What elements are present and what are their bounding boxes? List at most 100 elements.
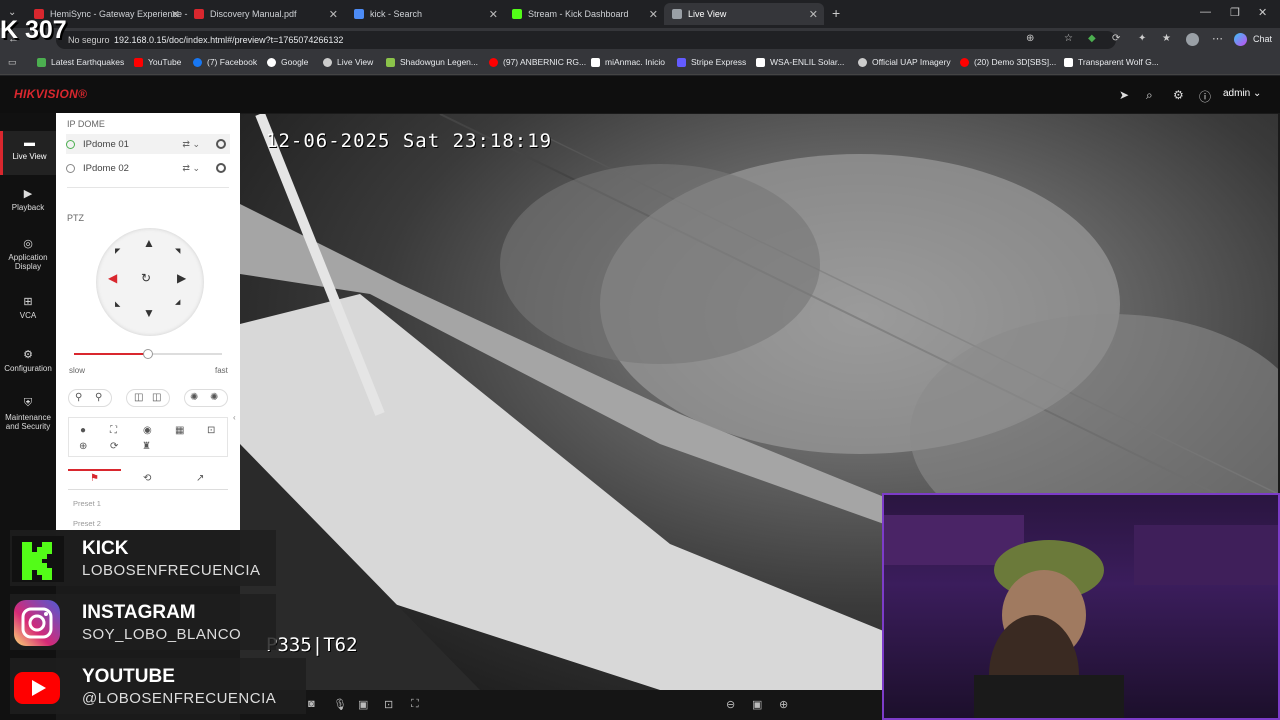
stream-select-icon[interactable]: ⇄ ⌄	[182, 163, 200, 174]
favorites-icon[interactable]: ★	[1162, 33, 1171, 44]
record-clip-icon[interactable]: ▣	[358, 698, 368, 711]
microphone-icon[interactable]: 🎙	[333, 698, 347, 711]
url-input[interactable]: No seguro 192.168.0.15/doc/index.html#/p…	[56, 31, 1116, 49]
close-icon[interactable]: ✕	[329, 8, 338, 21]
bookmark-item[interactable]: Google	[267, 57, 308, 67]
grid-icon[interactable]: ▦	[175, 425, 184, 436]
nav-playback[interactable]: ▶ Playback	[0, 187, 56, 212]
copilot-icon[interactable]	[1234, 33, 1247, 46]
snapshot-icon[interactable]: ◙	[308, 698, 315, 710]
digital-zoom-icon[interactable]: ⊡	[384, 698, 393, 711]
user-name: admin	[1223, 88, 1251, 99]
iris-close-icon[interactable]: ✺	[210, 392, 218, 403]
bookmark-item[interactable]: (7) Facebook	[193, 57, 257, 67]
tab-presets[interactable]: ⚑	[90, 473, 99, 484]
nav-live-view[interactable]: ▬ Live View	[0, 131, 56, 175]
ptz-left-icon[interactable]: ◀	[108, 271, 117, 285]
bookmark-item[interactable]: (20) Demo 3D[SBS]...	[960, 57, 1056, 67]
ptz-down-right-icon[interactable]: ◢	[175, 298, 180, 306]
bookmark-item[interactable]: Live View	[323, 57, 373, 67]
close-icon[interactable]: ✕	[649, 8, 658, 21]
camera-list-item[interactable]: IPdome 02 ⇄ ⌄	[66, 158, 230, 178]
close-icon[interactable]: ✕	[809, 8, 818, 21]
tools-icon[interactable]: ⚙	[1173, 88, 1184, 102]
chat-button[interactable]: Chat	[1253, 34, 1272, 44]
translate-icon[interactable]: ⊕	[1026, 33, 1034, 44]
wiper-icon[interactable]: ◉	[143, 425, 152, 436]
collapse-panel-icon[interactable]: ‹	[233, 413, 236, 422]
tab-patrol[interactable]: ⟲	[143, 473, 151, 484]
extensions-icon[interactable]: ✦	[1138, 33, 1146, 44]
zoom-out-icon[interactable]: ⚲	[75, 392, 82, 403]
bookmark-item[interactable]: Official UAP Imagery	[858, 57, 951, 67]
send-icon[interactable]: ➤	[1119, 88, 1129, 102]
bookmark-item[interactable]: miAnmac. Inicio	[591, 57, 665, 67]
bookmark-item[interactable]: WSA-ENLIL Solar...	[756, 57, 844, 67]
close-window-icon[interactable]: ✕	[1258, 6, 1267, 19]
bookmark-item[interactable]: YouTube	[134, 57, 181, 67]
maximize-icon[interactable]: ❐	[1230, 6, 1240, 19]
user-menu[interactable]: admin ⌄	[1223, 88, 1261, 99]
info-icon[interactable]: ⓘ	[1199, 88, 1211, 105]
fullscreen-icon[interactable]: ⛶	[411, 698, 419, 711]
iris-open-icon[interactable]: ✺	[190, 392, 198, 403]
nav-vca[interactable]: ⊞ VCA	[0, 295, 56, 320]
minimize-icon[interactable]: —	[1200, 6, 1211, 18]
close-icon[interactable]: ✕	[489, 8, 498, 21]
ptz-up-left-icon[interactable]: ◤	[115, 247, 120, 255]
nav-configuration[interactable]: ⚙ Configuration	[0, 348, 56, 373]
tab-discovery-manual[interactable]: Discovery Manual.pdf ✕	[186, 3, 344, 25]
light-icon[interactable]: ●	[80, 425, 86, 436]
face-track-icon[interactable]: ⊡	[207, 425, 215, 436]
manual-track-icon[interactable]: ⛶	[110, 425, 117, 436]
preset-item[interactable]: Preset 1	[73, 499, 101, 508]
one-touch-icon[interactable]: ⟳	[110, 441, 118, 452]
stream-select-icon[interactable]: ⇄ ⌄	[182, 139, 200, 150]
more-menu-icon[interactable]: ⋯	[1212, 32, 1223, 45]
tab-kick-search[interactable]: kick - Search ✕	[346, 3, 504, 25]
shield-extension-icon[interactable]: ◆	[1088, 33, 1096, 44]
sidebar-toggle-icon[interactable]: ▭	[8, 57, 17, 68]
bookmark-item[interactable]: (97) ANBERNIC RG...	[489, 57, 586, 67]
nav-application-display[interactable]: ◎ Application Display	[0, 237, 56, 271]
slider-handle[interactable]	[143, 349, 153, 359]
tab-live-view[interactable]: Live View ✕	[664, 3, 824, 25]
park-icon[interactable]: ♜	[142, 441, 151, 452]
ptz-up-icon[interactable]: ▲	[143, 236, 155, 250]
search-icon[interactable]: ⌕	[1146, 88, 1153, 103]
star-icon[interactable]: ☆	[1064, 33, 1073, 44]
next-icon[interactable]: ⊕	[779, 698, 788, 711]
ptz-down-icon[interactable]: ▼	[143, 306, 155, 320]
security-status[interactable]: No seguro	[68, 31, 110, 49]
avatar[interactable]	[1186, 33, 1199, 46]
bookmark-item[interactable]: Transparent Wolf G...	[1064, 57, 1159, 67]
bookmark-item[interactable]: Latest Earthquakes	[37, 57, 124, 67]
record-icon[interactable]	[216, 139, 226, 149]
window-layout-icon[interactable]: ▣	[752, 698, 762, 711]
gear-icon: ⚙	[23, 349, 33, 361]
3d-zoom-icon[interactable]: ⊕	[79, 441, 87, 452]
ptz-down-left-icon[interactable]: ◣	[115, 300, 120, 308]
tab-label: kick - Search	[370, 9, 423, 19]
ptz-direction-pad[interactable]: ▲ ▼ ◀ ▶ ◤ ◥ ◣ ◢ ↻	[96, 228, 204, 336]
bookmark-item[interactable]: Shadowgun Legen...	[386, 57, 478, 67]
focus-far-icon[interactable]: ◫	[152, 392, 161, 403]
focus-near-icon[interactable]: ◫	[134, 392, 143, 403]
ptz-up-right-icon[interactable]: ◥	[175, 247, 180, 255]
close-icon[interactable]: ✕	[171, 8, 180, 21]
previous-icon[interactable]: ⊖	[726, 698, 735, 711]
ptz-right-icon[interactable]: ▶	[177, 271, 186, 285]
nav-maintenance-security[interactable]: ⛨ Maintenance and Security	[0, 397, 56, 431]
ptz-speed-slider[interactable]	[74, 349, 222, 359]
tab-active-indicator	[68, 469, 121, 471]
bookmark-item[interactable]: Stripe Express	[677, 57, 746, 67]
record-icon[interactable]	[216, 163, 226, 173]
tab-kick-dashboard[interactable]: Stream - Kick Dashboard ✕	[504, 3, 664, 25]
zoom-in-icon[interactable]: ⚲	[95, 392, 102, 403]
tab-pattern[interactable]: ↗	[196, 473, 204, 484]
preset-item[interactable]: Preset 2	[73, 519, 101, 528]
new-tab-button[interactable]: +	[832, 5, 840, 21]
reload-extension-icon[interactable]: ⟳	[1112, 33, 1120, 44]
camera-list-item[interactable]: IPdome 01 ⇄ ⌄	[66, 134, 230, 154]
ptz-auto-rotate-icon[interactable]: ↻	[141, 271, 151, 285]
